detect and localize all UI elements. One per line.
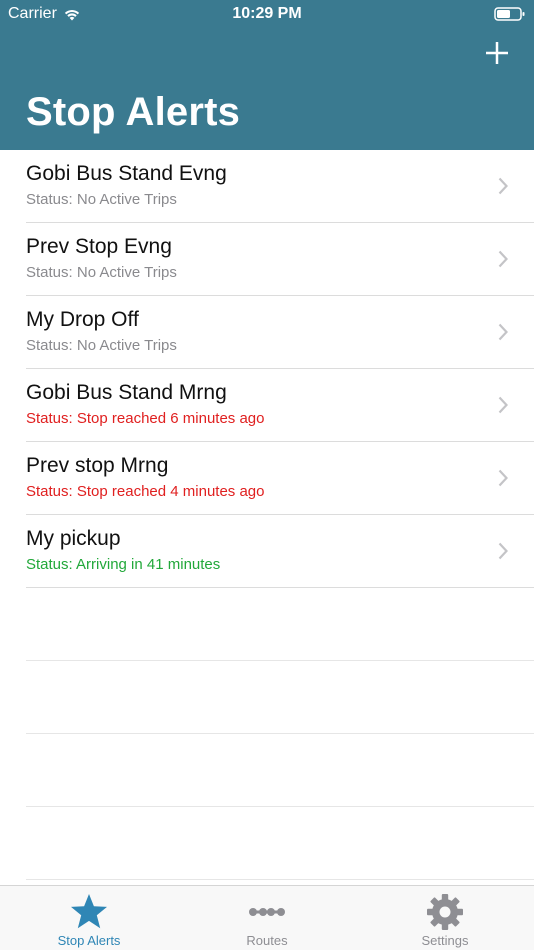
list-item[interactable]: Prev stop Mrng Status: Stop reached 4 mi… bbox=[26, 442, 534, 515]
alert-name: My Drop Off bbox=[26, 308, 139, 331]
chevron-right-icon bbox=[498, 542, 508, 560]
chevron-right-icon bbox=[498, 177, 508, 195]
list-item[interactable]: My Drop Off Status: No Active Trips bbox=[26, 296, 534, 369]
alert-name: Gobi Bus Stand Mrng bbox=[26, 381, 227, 404]
gear-icon bbox=[427, 894, 463, 930]
alert-status: Status: No Active Trips bbox=[26, 191, 177, 208]
page-title: Stop Alerts bbox=[26, 90, 241, 134]
chevron-right-icon bbox=[498, 469, 508, 487]
alert-status: Status: No Active Trips bbox=[26, 337, 177, 354]
status-time: 10:29 PM bbox=[232, 5, 302, 22]
screen: Carrier 10:29 PM plus Stop Alerts Go bbox=[0, 0, 534, 950]
tab-label: Routes bbox=[246, 933, 288, 948]
tab-routes[interactable]: Routes bbox=[178, 886, 356, 950]
empty-row bbox=[26, 588, 534, 661]
empty-row bbox=[26, 661, 534, 734]
alert-status: Status: Stop reached 4 minutes ago bbox=[26, 483, 265, 500]
navigation-header: Carrier 10:29 PM plus Stop Alerts bbox=[0, 0, 534, 150]
tab-stop-alerts[interactable]: Stop Alerts bbox=[0, 886, 178, 950]
list-item[interactable]: Gobi Bus Stand Mrng Status: Stop reached… bbox=[26, 369, 534, 442]
empty-row bbox=[26, 807, 534, 880]
battery-icon bbox=[494, 7, 525, 21]
alert-status: Status: No Active Trips bbox=[26, 264, 177, 281]
alert-name: Prev stop Mrng bbox=[26, 454, 169, 477]
chevron-right-icon bbox=[498, 396, 508, 414]
tab-settings[interactable]: Settings bbox=[356, 886, 534, 950]
alert-name: Gobi Bus Stand Evng bbox=[26, 162, 227, 185]
tab-bar: Stop Alerts Routes Settings bbox=[0, 885, 534, 950]
alert-name: My pickup bbox=[26, 527, 121, 550]
add-alert-button[interactable]: plus bbox=[484, 40, 510, 66]
tab-label: Stop Alerts bbox=[57, 933, 121, 948]
route-icon bbox=[249, 908, 285, 916]
chevron-right-icon bbox=[498, 250, 508, 268]
star-icon bbox=[71, 894, 107, 929]
alert-status: Status: Stop reached 6 minutes ago bbox=[26, 410, 265, 427]
alert-list: Gobi Bus Stand Evng Status: No Active Tr… bbox=[0, 150, 534, 880]
alert-name: Prev Stop Evng bbox=[26, 235, 172, 258]
list-item[interactable]: Gobi Bus Stand Evng Status: No Active Tr… bbox=[26, 150, 534, 223]
chevron-right-icon bbox=[498, 323, 508, 341]
tab-label: Settings bbox=[421, 933, 469, 948]
empty-row bbox=[26, 734, 534, 807]
list-item[interactable]: Prev Stop Evng Status: No Active Trips bbox=[26, 223, 534, 296]
alert-status: Status: Arriving in 41 minutes bbox=[26, 556, 221, 573]
status-bar: Carrier 10:29 PM bbox=[0, 0, 534, 30]
list-item[interactable]: My pickup Status: Arriving in 41 minutes bbox=[26, 515, 534, 588]
